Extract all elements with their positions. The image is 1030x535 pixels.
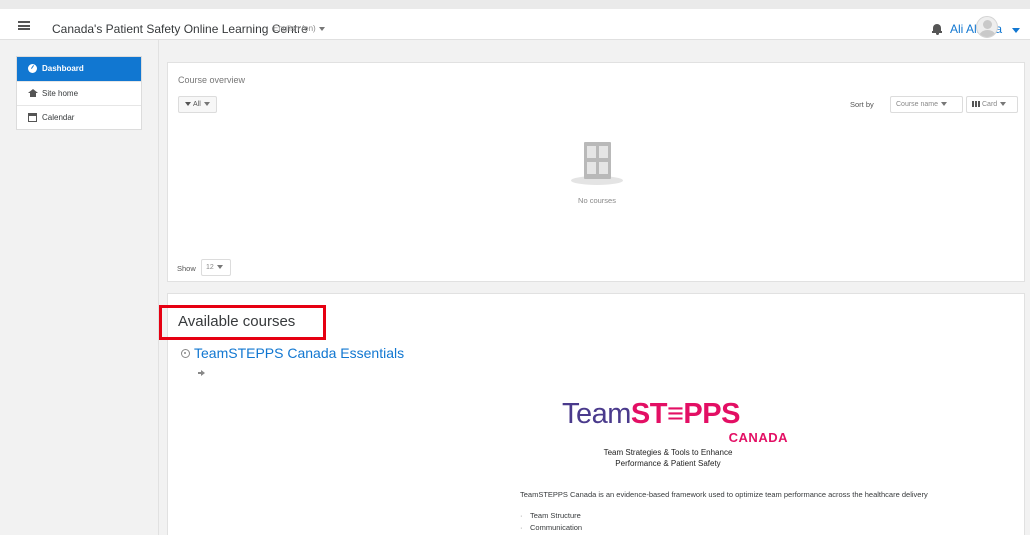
available-courses-heading: Available courses — [178, 313, 296, 330]
logo-tagline: Team Strategies & Tools to Enhance Perfo… — [548, 447, 788, 469]
sidebar-item-label: Dashboard — [42, 64, 84, 73]
user-avatar[interactable] — [976, 16, 998, 38]
filter-label: All — [193, 101, 201, 108]
empty-state-message: No courses — [578, 196, 616, 205]
course-icon — [181, 349, 190, 358]
sort-by-label: Sort by — [850, 100, 874, 109]
tagline-line: Team Strategies & Tools to Enhance — [603, 448, 733, 457]
chevron-down-icon — [216, 265, 223, 270]
chevron-down-icon — [318, 26, 325, 31]
chevron-down-icon — [1000, 102, 1007, 107]
site-title[interactable]: Canada's Patient Safety Online Learning … — [52, 22, 308, 36]
chevron-down-icon — [203, 102, 210, 107]
card-view-icon — [972, 101, 980, 107]
view-dropdown-button[interactable]: Card — [966, 96, 1018, 113]
filter-icon — [185, 102, 191, 106]
sidebar-item-calendar[interactable]: Calendar — [17, 105, 141, 129]
sort-dropdown-button[interactable]: Course name — [890, 96, 963, 113]
sidebar-item-label: Site home — [42, 89, 79, 98]
paging-dropdown-button[interactable]: 12 — [201, 259, 231, 276]
teamstepps-logo: TeamST≡PPS CANADA — [562, 398, 802, 446]
language-label: English (en) — [273, 24, 316, 33]
language-selector[interactable]: English (en) — [273, 24, 325, 33]
calendar-icon — [28, 113, 37, 122]
tagline-line: Performance & Patient Safety — [615, 459, 721, 468]
sidebar-item-site-home[interactable]: Site home — [17, 81, 141, 105]
no-courses-icon — [569, 138, 625, 186]
course-description: TeamSTEPPS Canada is an evidence-based f… — [520, 490, 928, 499]
course-link[interactable]: TeamSTEPPS Canada Essentials — [194, 345, 404, 361]
paging-value: 12 — [206, 264, 214, 271]
sidebar-nav: Dashboard Site home Calendar — [16, 56, 142, 130]
sort-value: Course name — [896, 101, 939, 108]
navbar: Canada's Patient Safety Online Learning … — [0, 0, 1030, 40]
logo-wordmark: TeamST≡PPS — [562, 398, 740, 430]
menu-toggle-icon[interactable] — [18, 21, 30, 30]
course-overview-title: Course overview — [178, 75, 246, 85]
chevron-down-icon — [941, 102, 948, 107]
paging-show-label: Show — [177, 264, 196, 273]
course-topics-list: Team Structure Communication — [520, 511, 582, 535]
sidebar-item-label: Calendar — [42, 113, 75, 122]
list-item: Team Structure — [520, 511, 582, 523]
home-icon — [28, 89, 38, 97]
sidebar: Dashboard Site home Calendar — [0, 40, 159, 535]
logo-canada: CANADA — [728, 430, 788, 445]
list-item: Communication — [520, 523, 582, 535]
filter-dropdown-button[interactable]: All — [178, 96, 217, 113]
user-menu-chevron-icon[interactable] — [1012, 28, 1020, 33]
sidebar-item-dashboard[interactable]: Dashboard — [17, 57, 141, 81]
course-overview-block: Course overview All Sort by Course name … — [167, 62, 1025, 282]
available-courses-block: Available courses TeamSTEPPS Canada Esse… — [167, 293, 1025, 535]
notification-bell-icon[interactable] — [932, 24, 942, 35]
view-value: Card — [982, 101, 998, 108]
dashboard-icon — [28, 64, 37, 73]
self-enrol-icon — [198, 370, 206, 377]
